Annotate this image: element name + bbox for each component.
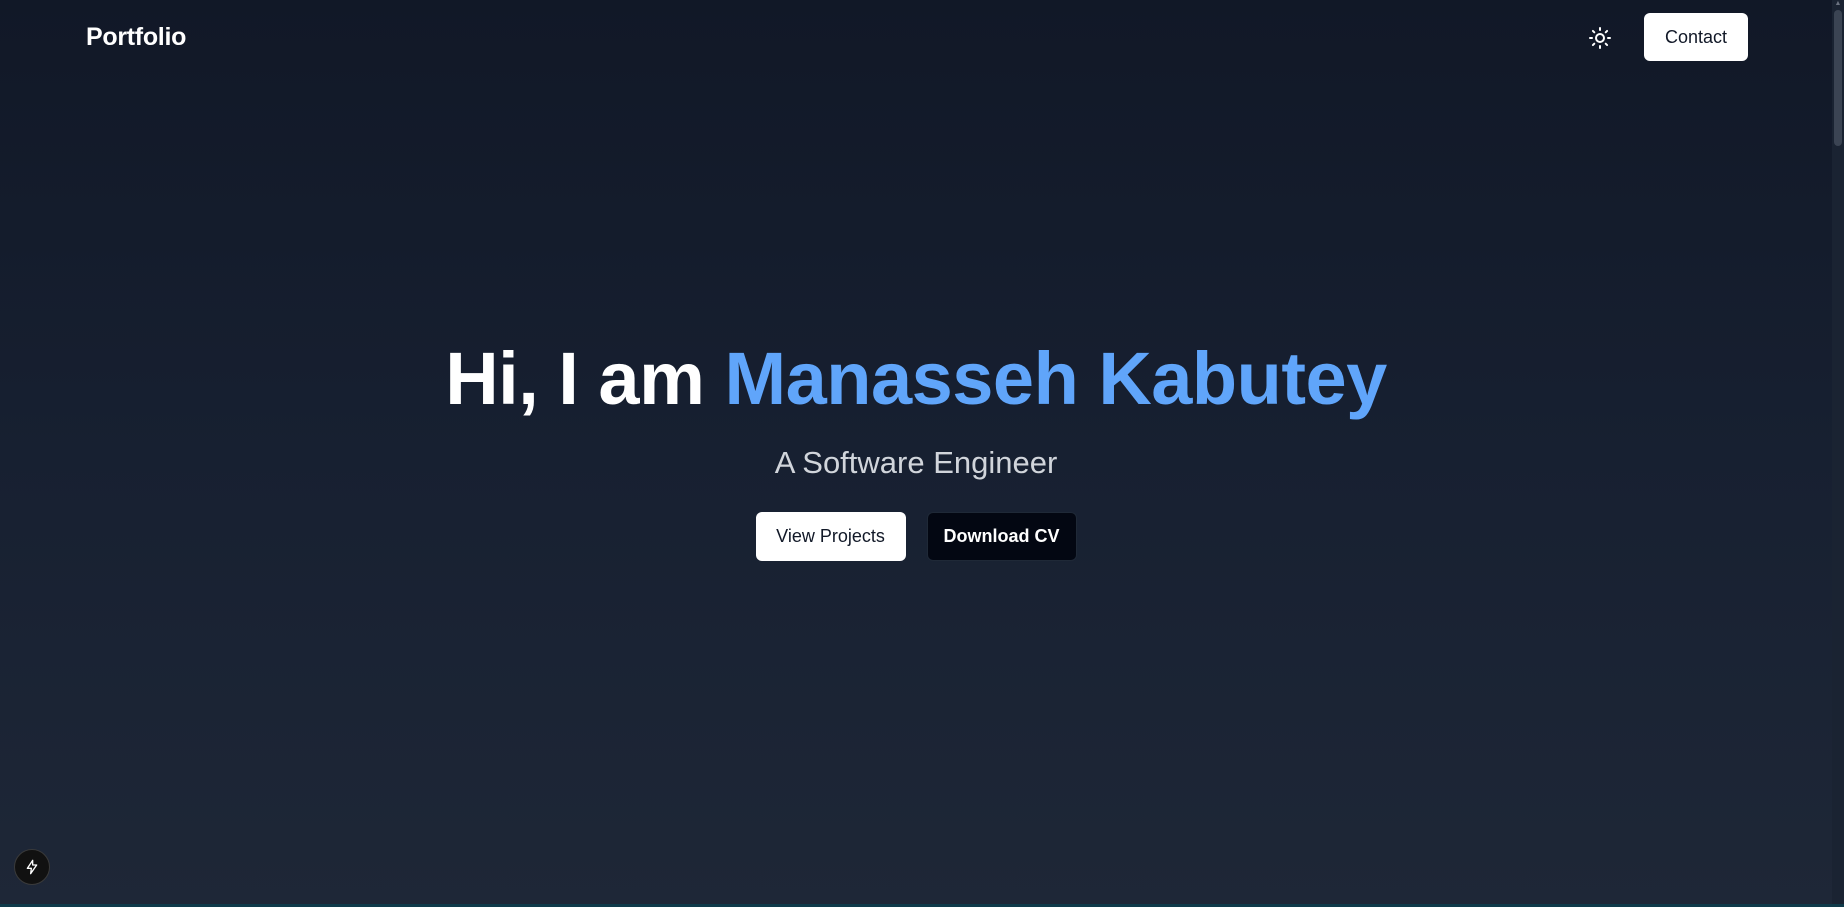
sun-icon xyxy=(1589,27,1611,49)
lightning-icon xyxy=(26,859,38,875)
hero-title: Hi, I am Manasseh Kabutey xyxy=(0,335,1832,423)
contact-button[interactable]: Contact xyxy=(1644,13,1748,61)
hero-greeting: Hi, I am xyxy=(445,337,725,420)
scrollbar-thumb[interactable] xyxy=(1834,10,1842,146)
page: Portfolio Contact Hi, I am Manasseh Kabu… xyxy=(0,0,1844,907)
scroll-up-arrow-icon[interactable]: ▲ xyxy=(1834,0,1842,8)
vertical-scrollbar[interactable]: ▲ xyxy=(1832,0,1844,907)
site-header: Portfolio Contact xyxy=(0,0,1844,74)
cta-group: View Projects Download CV xyxy=(0,512,1832,561)
theme-toggle-button[interactable] xyxy=(1584,22,1616,54)
hero-subtitle: A Software Engineer xyxy=(774,445,1058,480)
download-cv-button[interactable]: Download CV xyxy=(926,512,1077,561)
dev-tools-badge[interactable] xyxy=(14,849,50,885)
hero-name: Manasseh Kabutey xyxy=(724,337,1387,420)
brand-logo[interactable]: Portfolio xyxy=(86,23,186,52)
view-projects-button[interactable]: View Projects xyxy=(755,512,906,561)
